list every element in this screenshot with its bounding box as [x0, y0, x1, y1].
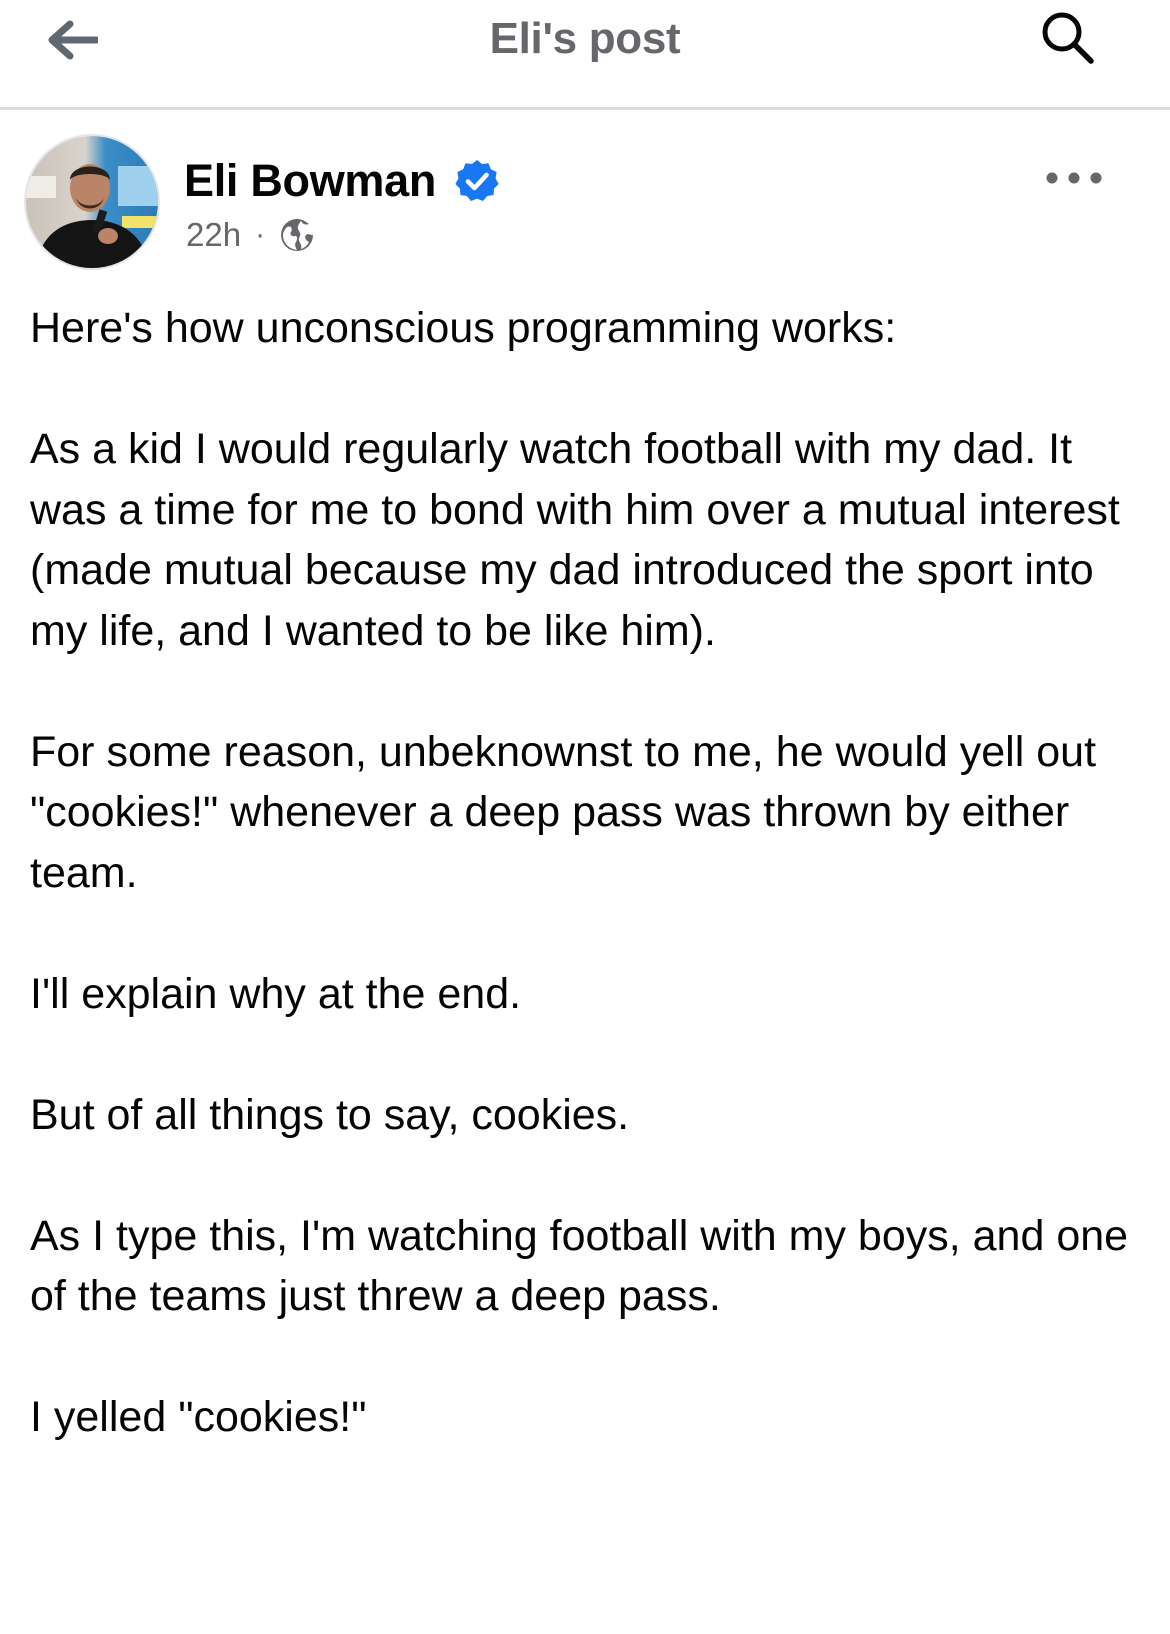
- verified-badge-icon: [454, 158, 500, 204]
- post-paragraph: For some reason, unbeknownst to me, he w…: [30, 727, 1097, 897]
- post-paragraph: I yelled "cookies!": [30, 1393, 367, 1441]
- avatar-photo: [26, 136, 158, 268]
- post-timestamp[interactable]: 22h: [186, 216, 241, 254]
- search-icon: [1042, 12, 1094, 64]
- meta-separator: ·: [255, 218, 266, 251]
- more-horizontal-icon: [1046, 172, 1102, 184]
- globe-icon: [279, 217, 315, 253]
- author-row: Eli Bowman: [184, 152, 500, 210]
- page-title: Eli's post: [489, 14, 681, 63]
- author-avatar[interactable]: [24, 134, 160, 270]
- top-bar: Eli's post: [0, 0, 1170, 110]
- post-paragraph: As a kid I would regularly watch footbal…: [30, 425, 1120, 655]
- post-page: Eli's post Eli Bowman 22h · Here's how u…: [0, 0, 1170, 1634]
- more-options-button[interactable]: [1040, 156, 1108, 200]
- post-paragraph: Here's how unconscious programming works…: [30, 304, 897, 352]
- search-button[interactable]: [1036, 6, 1100, 70]
- post-paragraph: As I type this, I'm watching football wi…: [30, 1211, 1129, 1321]
- post-paragraph: I'll explain why at the end.: [30, 969, 522, 1018]
- post-body: Here's how unconscious programming works…: [30, 298, 1130, 1448]
- post-paragraph: But of all things to say, cookies.: [30, 1090, 630, 1139]
- author-name[interactable]: Eli Bowman: [184, 155, 436, 207]
- post-meta: 22h ·: [186, 210, 315, 260]
